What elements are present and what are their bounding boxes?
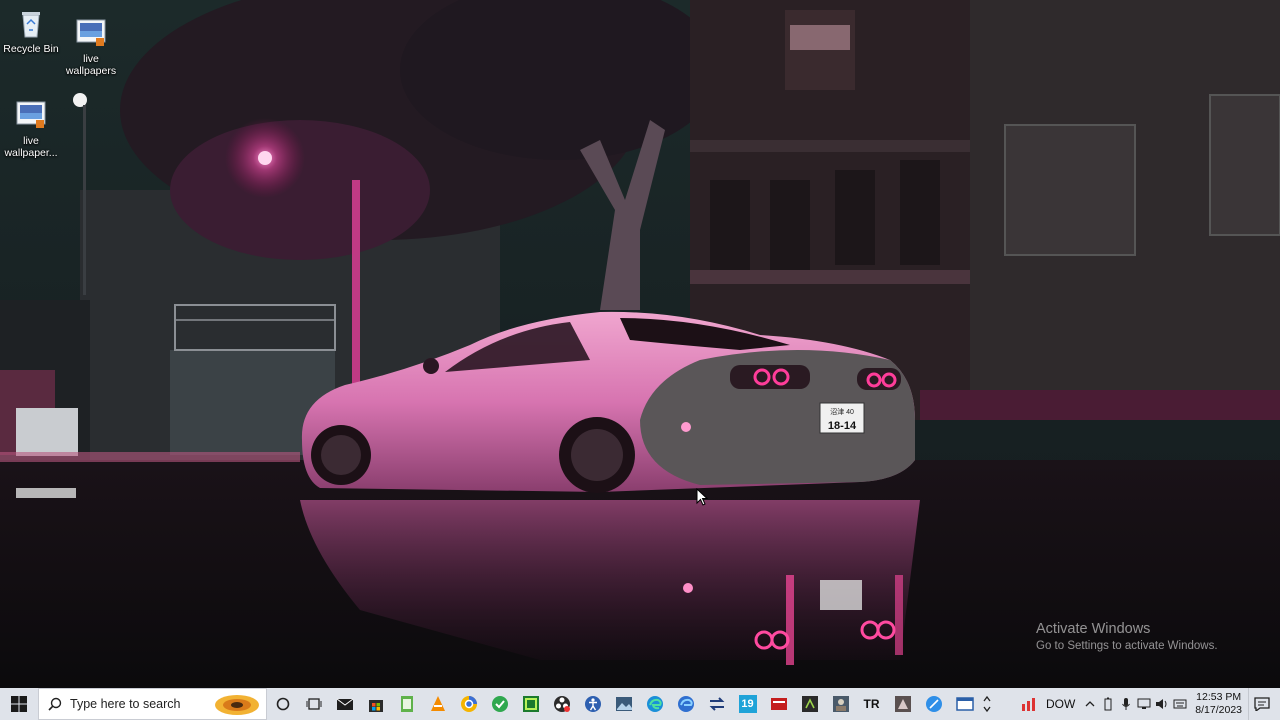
search-input[interactable]: [68, 696, 212, 712]
camtasia-button[interactable]: [515, 688, 546, 720]
desktop-icon-live-wallpapers[interactable]: live wallpapers: [60, 16, 122, 77]
photos-button[interactable]: [608, 688, 639, 720]
stock-down-icon: [1021, 698, 1035, 711]
picture-app-icon: [832, 696, 849, 712]
mouse-cursor-icon: [696, 488, 708, 506]
vlc-icon: [430, 696, 445, 711]
edge-beta-icon: [677, 696, 694, 712]
accessibility-icon: [584, 696, 601, 712]
taskbar-scroll-button[interactable]: [980, 688, 994, 720]
notepad-icon: [400, 696, 413, 712]
tray-overflow-button[interactable]: [1081, 688, 1099, 720]
task-view-icon: [306, 698, 321, 710]
activate-windows-watermark: Activate Windows Go to Settings to activ…: [1036, 621, 1218, 652]
license-plate-line1: 沼津 40: [830, 407, 854, 416]
number-19-icon: 19: [738, 695, 757, 713]
obs-icon: [553, 696, 570, 712]
edge-button[interactable]: [639, 688, 670, 720]
dark-app-icon: [801, 696, 818, 712]
start-button[interactable]: [0, 688, 38, 720]
battery-icon: [1104, 697, 1112, 711]
wallpaper-file-icon: [76, 19, 106, 46]
stock-widget[interactable]: [1018, 688, 1042, 720]
photos-icon: [615, 697, 632, 711]
cortana-button[interactable]: [267, 688, 298, 720]
mail-button[interactable]: [329, 688, 360, 720]
task-view-button[interactable]: [298, 688, 329, 720]
camtasia-icon: [522, 696, 539, 712]
red-app-icon: [770, 698, 787, 710]
dark-app-button[interactable]: [794, 688, 825, 720]
action-center-button[interactable]: [1248, 688, 1275, 720]
taskbar-clock[interactable]: 12:53 PM 8/17/2023: [1195, 691, 1242, 717]
keyboard-icon: [1173, 699, 1187, 709]
blue-sphere-icon: [925, 696, 942, 712]
desktop-icon-label: live wallpaper...: [4, 135, 58, 159]
network-icon: [1137, 698, 1151, 709]
chevron-up-icon: [1085, 701, 1095, 707]
desktop-icon-label: live wallpapers: [65, 53, 117, 77]
blue-sphere-app-button[interactable]: [918, 688, 949, 720]
license-plate-line2: 18-14: [828, 420, 857, 432]
arrows-app-button[interactable]: [701, 688, 732, 720]
nineteen-app-button[interactable]: 19: [732, 688, 763, 720]
desktop-wallpaper: 沼津 40 18-14: [0, 0, 1280, 688]
mail-icon: [336, 698, 353, 710]
notification-icon: [1254, 697, 1270, 711]
obs-button[interactable]: [546, 688, 577, 720]
tray-volume[interactable]: [1153, 688, 1171, 720]
green-app-button[interactable]: [484, 688, 515, 720]
clock-date: 8/17/2023: [1195, 704, 1242, 716]
search-icon: [48, 697, 62, 711]
microphone-icon: [1122, 698, 1131, 710]
vlc-button[interactable]: [422, 688, 453, 720]
game-app-button[interactable]: [887, 688, 918, 720]
store-button[interactable]: [360, 688, 391, 720]
system-tray: DOW 12:53 PM 8/17/2023: [1018, 688, 1280, 720]
store-icon: [368, 700, 383, 712]
edge-icon: [646, 696, 663, 712]
green-app-icon: [491, 696, 508, 712]
show-desktop-button[interactable]: [1275, 688, 1280, 720]
red-app-button[interactable]: [763, 688, 794, 720]
activate-title: Activate Windows: [1036, 621, 1151, 637]
window-icon: [955, 697, 974, 711]
accessibility-button[interactable]: [577, 688, 608, 720]
windows-logo-icon: [11, 696, 27, 712]
window-app-button[interactable]: [949, 688, 980, 720]
desktop-icon-live-wallpaper-shortcut[interactable]: live wallpaper...: [0, 98, 62, 159]
tr-app-button[interactable]: TR: [856, 688, 887, 720]
stock-ticker-label[interactable]: DOW: [1046, 697, 1075, 711]
tray-battery[interactable]: [1099, 688, 1117, 720]
notepad-button[interactable]: [391, 688, 422, 720]
taskbar: 19 TR DOW: [0, 688, 1280, 720]
wallpaper-file-icon: [16, 101, 46, 128]
taskbar-search-box[interactable]: [38, 688, 267, 720]
picture-app-button[interactable]: [825, 688, 856, 720]
recycle-bin-icon: [22, 12, 40, 38]
tray-network[interactable]: [1135, 688, 1153, 720]
arrows-icon: [709, 697, 724, 711]
clock-time: 12:53 PM: [1196, 691, 1242, 703]
desktop-icon-recycle-bin[interactable]: Recycle Bin: [0, 6, 62, 55]
game-app-icon: [894, 696, 911, 712]
desktop-icon-label: Recycle Bin: [3, 43, 59, 55]
chrome-canary-icon: [460, 696, 477, 712]
tr-app-icon: TR: [863, 697, 880, 711]
volume-icon: [1156, 699, 1167, 709]
tray-keyboard[interactable]: [1171, 688, 1189, 720]
cortana-circle-icon: [276, 697, 289, 711]
tray-microphone[interactable]: [1117, 688, 1135, 720]
scroll-updown-icon: [983, 695, 991, 713]
chrome-canary-button[interactable]: [453, 688, 484, 720]
edge-beta-button[interactable]: [670, 688, 701, 720]
search-highlight-icon[interactable]: [212, 692, 262, 718]
activate-subtitle: Go to Settings to activate Windows.: [1036, 640, 1218, 652]
